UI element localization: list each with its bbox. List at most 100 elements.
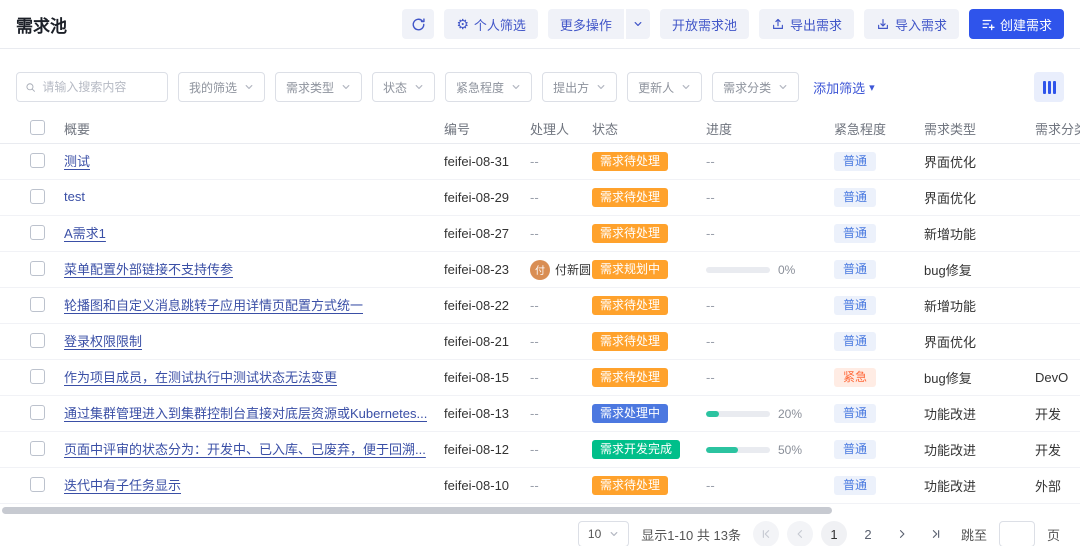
row-checkbox[interactable] <box>30 476 45 492</box>
requirement-link[interactable]: test <box>64 189 85 204</box>
urgency-tag: 普通 <box>834 475 877 496</box>
prev-page-button[interactable] <box>786 521 813 546</box>
requirement-link[interactable]: 菜单配置外部链接不支持传参 <box>64 259 233 278</box>
more-actions-caret-button[interactable] <box>625 9 650 39</box>
create-button[interactable]: 创建需求 <box>968 9 1064 39</box>
progress-cell: 0% <box>706 263 834 277</box>
page-size-select[interactable]: 10 <box>577 521 630 546</box>
select-all-checkbox[interactable] <box>30 119 45 135</box>
requirement-link[interactable]: 迭代中有子任务显示 <box>64 475 181 494</box>
progress-cell: -- <box>706 298 715 313</box>
row-checkbox[interactable] <box>30 260 45 276</box>
progress-bar <box>706 446 770 453</box>
col-header-urgency[interactable]: 紧急程度 <box>834 119 924 138</box>
table-row[interactable]: 页面中评审的状态分为：开发中、已入库、已废弃，便于回溯... feifei-08… <box>0 432 1080 468</box>
export-icon <box>773 18 783 29</box>
table-row[interactable]: 登录权限限制 feifei-08-21 -- 需求待处理 -- 普通 界面优化 <box>0 324 1080 360</box>
chevron-down-icon <box>512 85 520 89</box>
last-page-button[interactable] <box>923 521 949 546</box>
row-checkbox[interactable] <box>30 152 45 168</box>
chevron-down-icon <box>597 85 605 89</box>
progress-label: 50% <box>778 442 803 457</box>
horizontal-scrollbar-thumb[interactable] <box>2 507 832 514</box>
requirement-link[interactable]: 作为项目成员，在测试执行中测试状态无法变更 <box>64 367 337 386</box>
prev-page-icon <box>797 530 803 538</box>
more-actions-label: 更多操作 <box>559 17 612 33</box>
row-checkbox[interactable] <box>30 368 45 384</box>
status-badge: 需求待处理 <box>592 295 669 316</box>
search-input[interactable] <box>42 80 159 94</box>
first-page-button[interactable] <box>752 521 779 546</box>
table-row[interactable]: 通过集群管理进入到集群控制台直接对底层资源或Kubernetes... feif… <box>0 396 1080 432</box>
filter-dropdown-my-filters[interactable]: 我的筛选 <box>178 72 266 102</box>
status-badge: 需求待处理 <box>592 475 669 496</box>
jump-page-input[interactable] <box>998 521 1035 546</box>
req-type-cell: 界面优化 <box>924 155 977 170</box>
col-header-req-type[interactable]: 需求类型 <box>924 119 1035 138</box>
create-label: 创建需求 <box>999 17 1052 33</box>
table-row[interactable]: A需求1 feifei-08-27 -- 需求待处理 -- 普通 新增功能 <box>0 216 1080 252</box>
progress-cell: -- <box>706 370 715 385</box>
col-header-status[interactable]: 状态 <box>592 119 706 138</box>
requirement-link[interactable]: 通过集群管理进入到集群控制台直接对底层资源或Kubernetes... <box>64 403 427 422</box>
urgency-tag: 普通 <box>834 259 877 280</box>
filter-dropdown-req-category[interactable]: 需求分类 <box>712 72 800 102</box>
chevron-down-icon <box>610 532 618 536</box>
table-row[interactable]: 轮播图和自定义消息跳转子应用详情页配置方式统一 feifei-08-22 -- … <box>0 288 1080 324</box>
handler-cell: -- <box>530 478 539 493</box>
filter-dropdown-updater[interactable]: 更新人 <box>627 72 703 102</box>
table-row[interactable]: 迭代中有子任务显示 feifei-08-10 -- 需求待处理 -- 普通 功能… <box>0 468 1080 504</box>
more-actions-split-button: 更多操作 <box>547 9 650 39</box>
col-header-category[interactable]: 需求分类 <box>1035 119 1080 138</box>
refresh-button[interactable] <box>402 9 435 39</box>
col-header-progress[interactable]: 进度 <box>706 119 834 138</box>
progress-label: 0% <box>778 262 796 277</box>
requirement-link[interactable]: 登录权限限制 <box>64 331 142 350</box>
progress-cell: -- <box>706 334 715 349</box>
table-row[interactable]: test feifei-08-29 -- 需求待处理 -- 普通 界面优化 <box>0 180 1080 216</box>
col-header-handler[interactable]: 处理人 <box>530 119 592 138</box>
jump-unit: 页 <box>1046 527 1060 543</box>
table-row[interactable]: 菜单配置外部链接不支持传参 feifei-08-23 付 付新圆 需求规划中 0… <box>0 252 1080 288</box>
filter-dropdown-proposer[interactable]: 提出方 <box>542 72 618 102</box>
row-checkbox[interactable] <box>30 440 45 456</box>
table-row[interactable]: 测试 feifei-08-31 -- 需求待处理 -- 普通 界面优化 <box>0 144 1080 180</box>
open-pool-button[interactable]: 开放需求池 <box>659 9 749 39</box>
more-actions-button[interactable]: 更多操作 <box>547 9 624 39</box>
filter-dropdown-req-type[interactable]: 需求类型 <box>275 72 363 102</box>
personal-filter-button[interactable]: ⚙ 个人筛选 <box>444 9 538 39</box>
req-type-cell: bug修复 <box>924 371 972 386</box>
urgency-tag: 普通 <box>834 223 877 244</box>
requirement-link[interactable]: 轮播图和自定义消息跳转子应用详情页配置方式统一 <box>64 295 363 314</box>
page-1-button[interactable]: 1 <box>820 521 847 546</box>
export-label: 导出需求 <box>789 17 842 33</box>
requirement-link[interactable]: 页面中评审的状态分为：开发中、已入库、已废弃，便于回溯... <box>64 439 426 458</box>
requirement-link[interactable]: 测试 <box>64 151 90 170</box>
row-checkbox[interactable] <box>30 332 45 348</box>
next-page-button[interactable] <box>889 521 915 546</box>
add-filter-button[interactable]: 添加筛选 ▾ <box>813 78 875 97</box>
page-2-button[interactable]: 2 <box>855 521 881 546</box>
row-checkbox[interactable] <box>30 188 45 204</box>
filter-dropdown-status[interactable]: 状态 <box>372 72 436 102</box>
progress-cell: 20% <box>706 407 834 421</box>
requirement-id: feifei-08-23 <box>444 262 510 277</box>
status-badge: 需求待处理 <box>592 187 669 208</box>
requirement-link[interactable]: A需求1 <box>64 223 106 242</box>
row-checkbox[interactable] <box>30 296 45 312</box>
column-settings-button[interactable] <box>1034 72 1064 102</box>
chevron-down-icon <box>779 85 787 89</box>
progress-cell: -- <box>706 190 715 205</box>
import-button[interactable]: 导入需求 <box>863 9 959 39</box>
filter-dropdown-urgency[interactable]: 紧急程度 <box>445 72 533 102</box>
row-checkbox[interactable] <box>30 224 45 240</box>
topbar-actions: ⚙ 个人筛选 更多操作 开放需求池 导出需求 导入需求 创建需求 <box>402 9 1064 39</box>
export-button[interactable]: 导出需求 <box>758 9 854 39</box>
status-badge: 需求待处理 <box>592 223 669 244</box>
row-checkbox[interactable] <box>30 404 45 420</box>
col-header-code[interactable]: 编号 <box>444 119 530 138</box>
urgency-tag: 普通 <box>834 439 877 460</box>
urgency-tag: 普通 <box>834 331 877 352</box>
table-row[interactable]: 作为项目成员，在测试执行中测试状态无法变更 feifei-08-15 -- 需求… <box>0 360 1080 396</box>
col-header-summary[interactable]: 概要 <box>64 119 444 138</box>
